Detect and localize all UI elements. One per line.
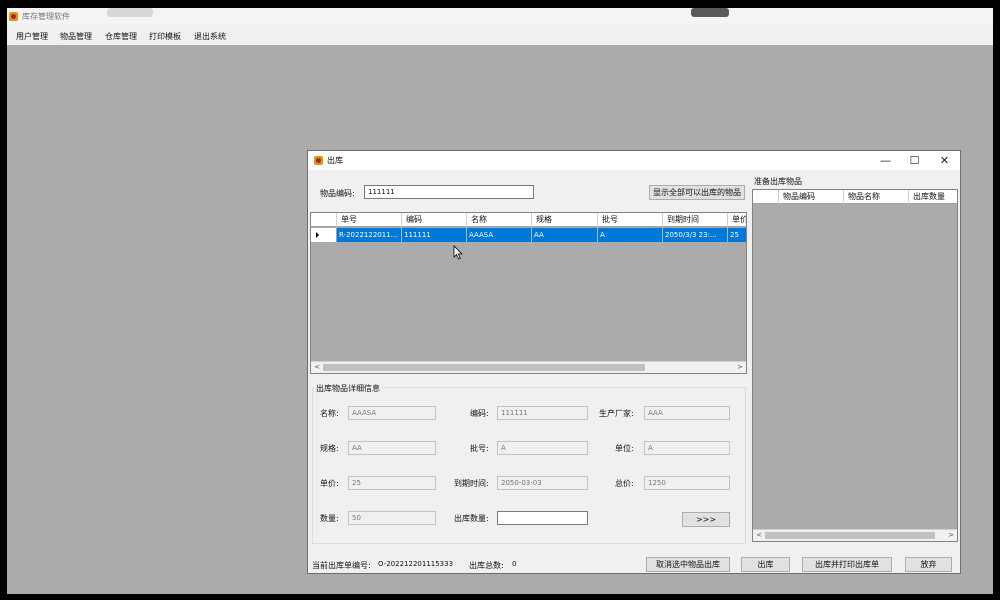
app-logo-icon	[9, 12, 18, 21]
cancel-selected-button[interactable]: 取消选中物品出库	[646, 557, 730, 572]
ready-items-grid[interactable]: 物品编码 物品名称 出库数量 < >	[752, 189, 958, 542]
column-header[interactable]: 规格	[532, 213, 598, 227]
horizontal-scrollbar[interactable]: < >	[753, 529, 957, 541]
column-header[interactable]: 单价	[728, 213, 746, 227]
close-button[interactable]: ✕	[929, 151, 960, 170]
item-code-label: 物品编码:	[320, 189, 355, 198]
expiry-label: 到期时间:	[454, 479, 489, 488]
dialog-title-bar: 出库 — ☐ ✕	[308, 151, 960, 170]
total-price-label: 总价:	[615, 479, 634, 488]
show-all-button[interactable]: 显示全部可以出库的物品	[649, 185, 745, 200]
unit-field: A	[644, 441, 730, 455]
menu-exit-system[interactable]: 退出系统	[194, 31, 226, 42]
table-cell[interactable]: AAASA	[467, 228, 532, 242]
quantity-field: 50	[348, 511, 436, 525]
app-title: 库存管理软件	[22, 12, 70, 21]
order-number-label: 当前出库单编号:	[312, 561, 371, 570]
spec-label: 规格:	[320, 444, 339, 453]
overlay-indicator	[691, 8, 729, 17]
column-header[interactable]: 单号	[337, 213, 402, 227]
table-cell[interactable]: AA	[532, 228, 598, 242]
table-row[interactable]: R-2022122011... 111111 AAASA AA A 2050/3…	[311, 228, 746, 242]
menu-warehouse-management[interactable]: 仓库管理	[105, 31, 137, 42]
spec-field: AA	[348, 441, 436, 455]
column-header[interactable]: 编码	[402, 213, 467, 227]
column-header[interactable]: 批号	[598, 213, 663, 227]
maker-label: 生产厂家:	[599, 409, 634, 418]
scroll-right-icon[interactable]: >	[945, 530, 957, 541]
details-group-title: 出库物品详细信息	[314, 383, 382, 394]
batch-field: A	[497, 441, 588, 455]
code-field: 111111	[497, 406, 588, 420]
price-field: 25	[348, 476, 436, 490]
menu-item-management[interactable]: 物品管理	[60, 31, 92, 42]
out-total-label: 出库总数:	[469, 561, 504, 570]
out-button[interactable]: 出库	[741, 557, 790, 572]
overlay-indicator	[107, 8, 153, 17]
scroll-thumb[interactable]	[323, 364, 645, 371]
table-cell[interactable]: 25	[728, 228, 746, 242]
code-label: 编码:	[470, 409, 489, 418]
scroll-left-icon[interactable]: <	[311, 362, 323, 373]
column-header[interactable]: 名称	[467, 213, 532, 227]
column-header[interactable]: 到期时间	[663, 213, 728, 227]
item-code-input[interactable]: 111111	[364, 185, 534, 199]
mouse-cursor-icon	[453, 245, 463, 260]
current-row-arrow-icon	[316, 232, 319, 238]
column-header[interactable]: 出库数量	[909, 190, 957, 204]
grid-corner	[753, 190, 779, 204]
batch-label: 批号:	[470, 444, 489, 453]
total-price-field: 1250	[644, 476, 730, 490]
out-total-value: 0	[512, 560, 517, 568]
table-cell[interactable]: R-2022122011...	[337, 228, 402, 242]
grid-header: 单号 编码 名称 规格 批号 到期时间 单价	[311, 213, 746, 227]
out-and-print-button[interactable]: 出库并打印出库单	[802, 557, 892, 572]
price-label: 单价:	[320, 479, 339, 488]
horizontal-scrollbar[interactable]: < >	[311, 361, 746, 373]
minimize-button[interactable]: —	[870, 151, 901, 170]
name-label: 名称:	[320, 409, 339, 418]
scroll-thumb[interactable]	[765, 532, 935, 539]
maximize-button[interactable]: ☐	[899, 151, 930, 170]
unit-label: 单位:	[615, 444, 634, 453]
scroll-right-icon[interactable]: >	[734, 362, 746, 373]
add-to-ready-button[interactable]: >>>	[682, 512, 730, 527]
available-items-grid[interactable]: 单号 编码 名称 规格 批号 到期时间 单价 R-2022122011... 1…	[310, 212, 747, 374]
expiry-field: 2050-03-03	[497, 476, 588, 490]
menu-print-template[interactable]: 打印模板	[149, 31, 181, 42]
outbound-dialog: 出库 — ☐ ✕ 物品编码: 111111 显示全部可以出库的物品 单号 编码 …	[307, 150, 961, 574]
grid-header: 物品编码 物品名称 出库数量	[753, 190, 957, 204]
out-quantity-label: 出库数量:	[454, 514, 489, 523]
table-cell[interactable]: A	[598, 228, 663, 242]
dialog-logo-icon	[314, 156, 323, 165]
ready-items-title: 准备出库物品	[754, 177, 802, 186]
table-cell[interactable]: 2050/3/3 23:...	[663, 228, 728, 242]
table-cell[interactable]: 111111	[402, 228, 467, 242]
menu-bar: 用户管理 物品管理 仓库管理 打印模板 退出系统	[7, 25, 993, 45]
row-header[interactable]	[311, 228, 337, 242]
name-field: AAASA	[348, 406, 436, 420]
order-number-value: O-202212201115333	[378, 560, 454, 568]
quantity-label: 数量:	[320, 514, 339, 523]
maker-field: AAA	[644, 406, 730, 420]
column-header[interactable]: 物品编码	[779, 190, 844, 204]
scroll-left-icon[interactable]: <	[753, 530, 765, 541]
dialog-title: 出库	[327, 156, 343, 165]
app-title-bar: 库存管理软件	[7, 8, 993, 25]
out-quantity-input[interactable]	[497, 511, 588, 525]
screen: 库存管理软件 用户管理 物品管理 仓库管理 打印模板 退出系统 出库 — ☐ ✕…	[7, 8, 993, 594]
column-header[interactable]: 物品名称	[844, 190, 909, 204]
abandon-button[interactable]: 放弃	[905, 557, 952, 572]
grid-corner	[311, 213, 337, 227]
menu-user-management[interactable]: 用户管理	[16, 31, 48, 42]
